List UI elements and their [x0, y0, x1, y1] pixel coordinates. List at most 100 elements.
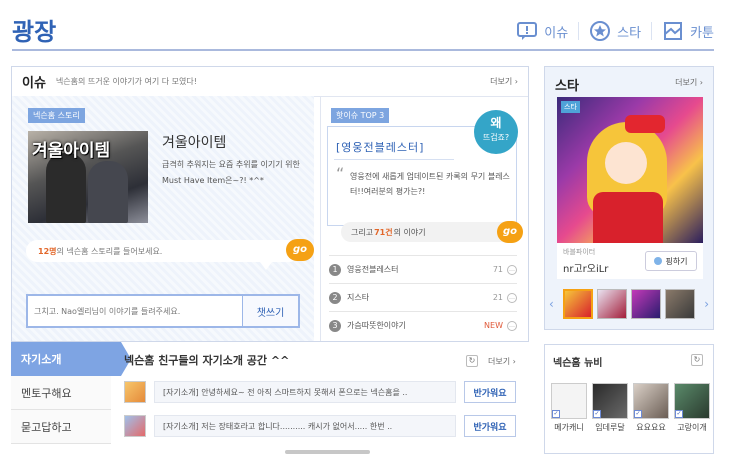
greet-button[interactable]: 반가워요 — [464, 415, 516, 437]
chevron-right-icon[interactable]: › — [704, 297, 709, 311]
avatar: ✓ — [592, 383, 628, 419]
nav-star-label: 스타 — [617, 25, 642, 41]
refresh-icon[interactable]: ↻ — [466, 355, 478, 367]
star-thumbnail[interactable] — [631, 289, 661, 319]
hot-title-underline — [334, 159, 454, 160]
star-image-dress — [593, 192, 663, 243]
avatar: ✓ — [551, 383, 587, 419]
story-description: 급격히 추워지는 요즘 추위를 이기기 위한 Must Have Item은~?… — [162, 160, 300, 185]
newbie-panel: 넥슨홈 뉴비 ↻ ✓ 메가캐니 ✓ 임데루달 ✓ 요요요요 ✓ 고랑이개 — [544, 344, 714, 454]
rank-number: 2 — [329, 291, 341, 304]
story-image-person — [46, 153, 86, 223]
intro-more-link[interactable]: 더보기 — [488, 356, 516, 367]
sidebar-item-self-intro[interactable]: 자기소개 — [11, 342, 131, 376]
avatar[interactable] — [124, 381, 146, 403]
star-name[interactable]: nr고r오iLr — [563, 260, 608, 275]
rank-label: 영웅전블레스터 — [347, 265, 399, 274]
others-suffix: 의 이야기 — [393, 227, 426, 237]
others-prefix: 그리고 — [351, 227, 374, 237]
newbie-item[interactable]: ✓ 메가캐니 — [551, 383, 587, 433]
star-nick-label: 바블파이터 — [563, 248, 596, 256]
quote-icon: “ — [336, 164, 345, 183]
ping-button-label: 핑하기 — [665, 256, 688, 266]
issue-header: 이슈 넥슨홈의 뜨거운 이야기가 여기 다 모였다! 더보기 — [12, 67, 528, 97]
star-thumbnail[interactable] — [597, 289, 627, 319]
avatar: ✓ — [674, 383, 710, 419]
nav-separator — [578, 22, 580, 40]
nav-cartoon[interactable]: 카툰 — [662, 20, 714, 42]
newbie-name: 요요요요 — [636, 423, 666, 432]
write-button[interactable]: 챗쓰기 — [242, 296, 298, 326]
avatar[interactable] — [124, 415, 146, 437]
rank-number: 3 — [329, 319, 341, 332]
intro-text[interactable]: [자기소개] 저는 장태호라고 합니다.......... 캐시가 없어서...… — [154, 415, 456, 437]
newbie-name: 고랑이개 — [677, 423, 707, 432]
sidebar-item-qna[interactable]: 묻고답하고 — [11, 410, 111, 444]
top-navigation: 이슈 스타 카툰 — [516, 20, 714, 42]
cartoon-icon — [664, 22, 683, 40]
bubble-tail — [260, 262, 272, 270]
newbie-list: ✓ 메가캐니 ✓ 임데루달 ✓ 요요요요 ✓ 고랑이개 — [551, 383, 710, 433]
story-section: 넥슨홈 스토리 겨울아이템 겨울아이템 급격히 추워지는 요즘 추위를 이기기 … — [12, 96, 314, 341]
page-title: 광장 — [12, 18, 57, 46]
hot-rank-item[interactable]: 2 지스타 21 … — [329, 283, 517, 311]
title-divider — [12, 49, 714, 51]
more-circle-icon: … — [507, 320, 517, 331]
intro-text[interactable]: [자기소개] 안녕하세요~ 전 아직 스마트하지 못해서 폰으로는 넥슨홈을 .… — [154, 381, 456, 403]
star-image[interactable]: 스타 — [557, 97, 703, 243]
star-thumbnail[interactable] — [665, 289, 695, 319]
story-input[interactable] — [28, 296, 242, 326]
star-image-ribbon — [625, 115, 665, 133]
hot-rank-item[interactable]: 1 영웅전블레스터 71 … — [329, 255, 517, 283]
more-circle-icon: … — [507, 292, 517, 303]
scrollbar[interactable] — [285, 450, 370, 454]
issue-heading: 이슈 — [22, 76, 46, 91]
star-icon — [590, 21, 611, 41]
nav-star[interactable]: 스타 — [589, 20, 641, 42]
hot-go-button[interactable]: go — [497, 221, 523, 243]
ping-button[interactable]: 핑하기 — [645, 251, 697, 271]
rank-value: 21 — [492, 293, 503, 302]
story-image-label: 겨울아이템 — [32, 141, 111, 161]
sidebar-item-mentor[interactable]: 멘토구해요 — [11, 376, 111, 410]
star-thumbnail[interactable] — [563, 289, 593, 319]
issue-subtitle: 넥슨홈의 뜨거운 이야기가 여기 다 모였다! — [55, 77, 197, 86]
rank-label: 가슴따뜻한이야기 — [347, 321, 406, 330]
story-input-box: 챗쓰기 — [26, 294, 300, 328]
nav-issue[interactable]: 이슈 — [516, 20, 568, 42]
story-tag: 넥슨홈 스토리 — [28, 108, 85, 123]
ping-icon — [654, 257, 663, 265]
intro-heading: 넥슨홈 친구들의 자기소개 공간 ^^ — [124, 354, 290, 367]
intro-row: [자기소개] 안녕하세요~ 전 아직 스마트하지 못해서 폰으로는 넥슨홈을 .… — [124, 380, 516, 404]
refresh-icon[interactable]: ↻ — [691, 354, 703, 366]
hot-tag: 핫이슈 TOP 3 — [331, 108, 390, 123]
newbie-name: 메가캐니 — [554, 423, 584, 432]
star-more-link[interactable]: 더보기 — [675, 77, 703, 88]
story-go-button[interactable]: go — [286, 239, 314, 261]
check-icon: ✓ — [593, 410, 601, 418]
hot-rank-item[interactable]: 3 가슴따뜻한이야기 NEW … — [329, 311, 517, 339]
hot-issue-description: 영웅전에 새롭게 업데이트된 카록의 무기 블레스터!!여러분의 평가는?! — [350, 172, 510, 196]
story-image-person — [88, 161, 128, 223]
rank-value: 71 — [492, 265, 503, 274]
greet-button[interactable]: 반가워요 — [464, 381, 516, 403]
why-hot-badge: 왜 뜨겁죠? — [474, 110, 518, 154]
chevron-left-icon[interactable]: ‹ — [549, 297, 554, 311]
star-panel: 스타 더보기 스타 바블파이터 nr고r오iLr 핑하기 ‹ › — [544, 66, 714, 330]
newbie-item[interactable]: ✓ 요요요요 — [633, 383, 669, 433]
avatar: ✓ — [633, 383, 669, 419]
hot-others-bubble: 그리고 71건 의 이야기 go — [341, 221, 523, 243]
newbie-item[interactable]: ✓ 고랑이개 — [674, 383, 710, 433]
issue-more-link[interactable]: 더보기 — [490, 76, 518, 87]
why-hot-text: 왜 — [490, 116, 502, 130]
nav-cartoon-label: 카툰 — [690, 25, 714, 41]
hot-issue-title[interactable]: [영웅전블레스터] — [336, 139, 424, 155]
rank-value-new: NEW — [484, 321, 503, 330]
story-image[interactable]: 겨울아이템 — [28, 131, 148, 223]
why-hot-subtext: 뜨겁죠? — [482, 133, 510, 142]
star-info: 바블파이터 nr고r오iLr 핑하기 — [557, 243, 703, 279]
newbie-item[interactable]: ✓ 임데루달 — [592, 383, 628, 433]
story-title[interactable]: 겨울아이템 — [162, 132, 226, 152]
check-icon: ✓ — [552, 410, 560, 418]
star-thumbnails — [563, 289, 695, 319]
